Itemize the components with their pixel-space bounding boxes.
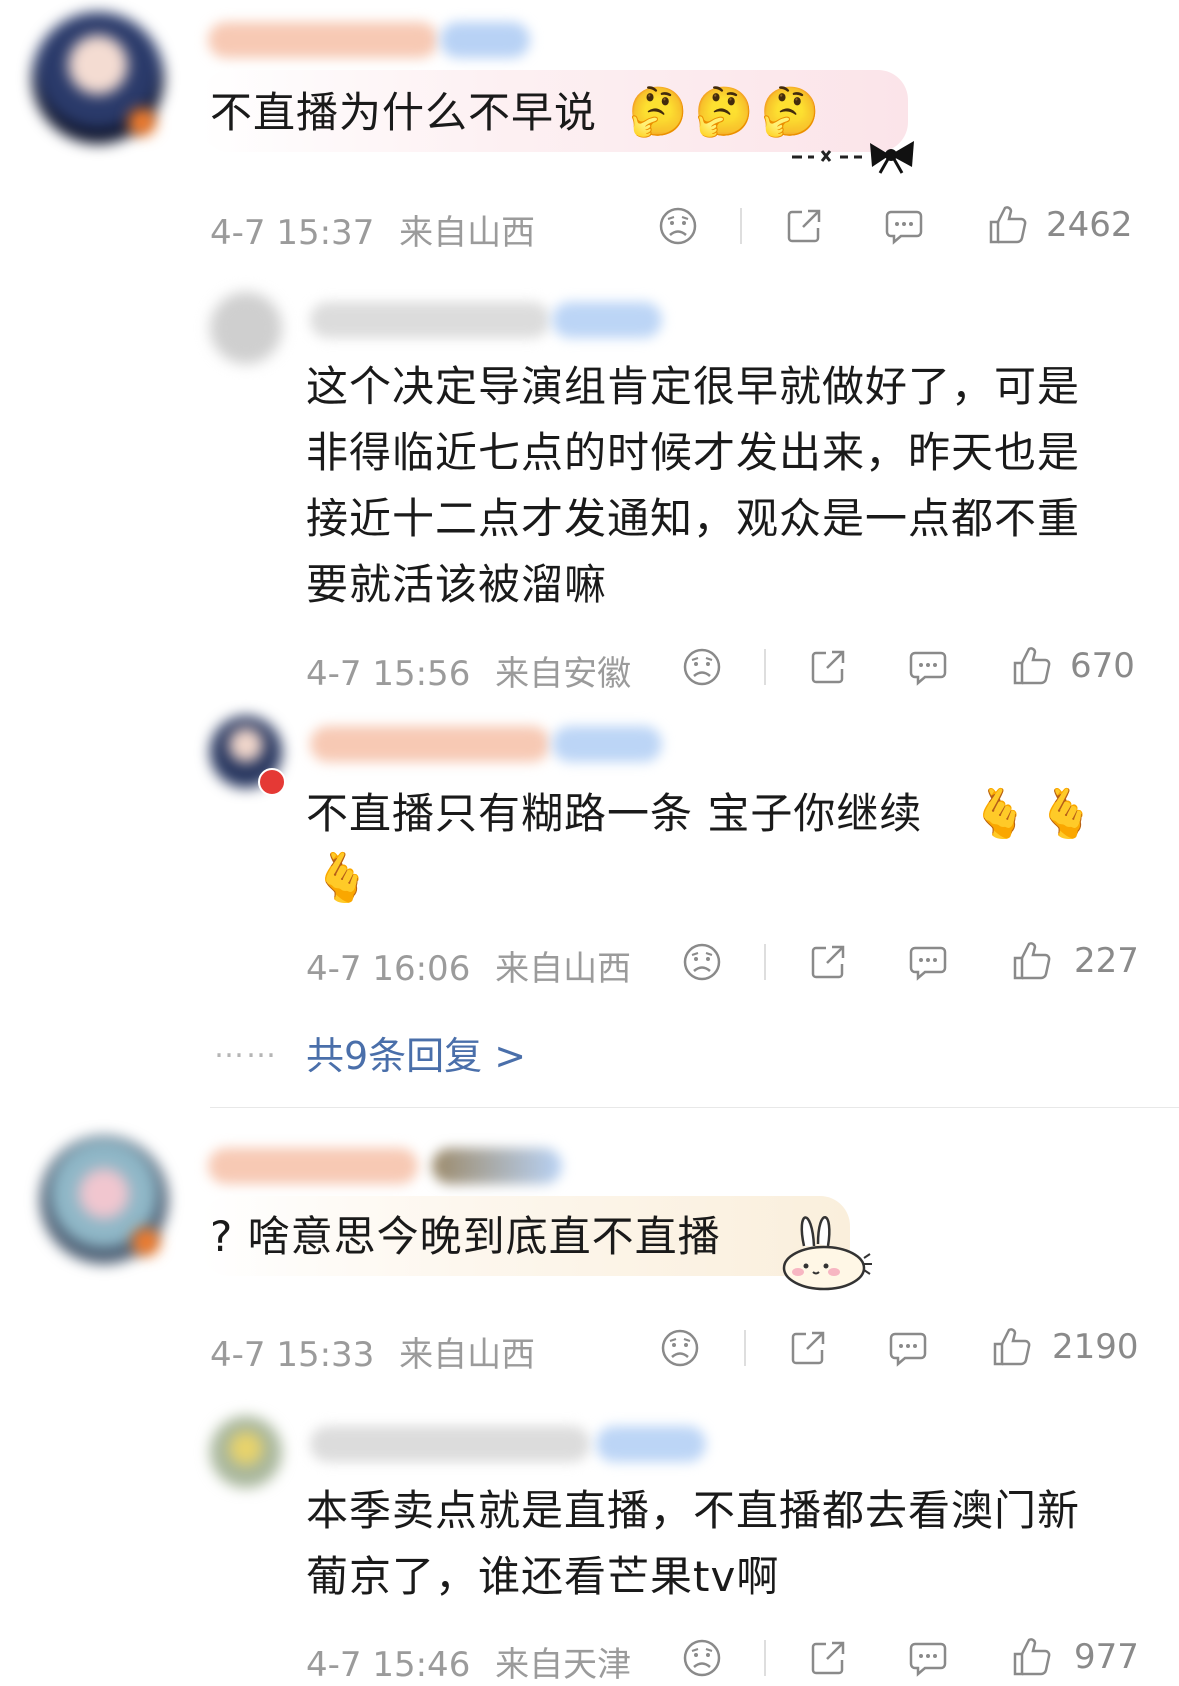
- avatar[interactable]: [210, 1416, 282, 1488]
- username-blurred[interactable]: [310, 726, 550, 762]
- comment-icon[interactable]: [906, 1636, 950, 1680]
- sad-face-icon[interactable]: [680, 1636, 724, 1680]
- timestamp: 4-7 15:37: [210, 213, 375, 253]
- divider: [740, 208, 742, 244]
- thumbs-up-icon[interactable]: [1008, 938, 1054, 984]
- location: 来自安徽: [495, 654, 632, 694]
- timestamp: 4-7 15:33: [210, 1335, 375, 1375]
- share-icon[interactable]: [806, 645, 850, 689]
- user-badge-blurred: [552, 302, 662, 338]
- share-icon[interactable]: [786, 1326, 830, 1370]
- sad-face-icon[interactable]: [658, 1326, 702, 1370]
- comment-icon[interactable]: [906, 940, 950, 984]
- reply-line: 这个决定导演组肯定很早就做好了，可是: [306, 362, 1081, 411]
- vip-badge: [258, 768, 286, 796]
- more-replies-dots: ……: [214, 1030, 278, 1065]
- divider: [764, 944, 766, 980]
- bunny-sticker: [778, 1206, 874, 1296]
- thumbs-up-icon[interactable]: [988, 1324, 1034, 1370]
- reply-line: 不直播只有糊路一条 宝子你继续: [306, 789, 923, 838]
- reply-meta: 4-7 15:56 来自安徽: [306, 646, 631, 695]
- like-count: 2190: [1052, 1327, 1139, 1367]
- bow-decoration: [790, 135, 930, 179]
- reply-meta: 4-7 15:46 来自天津: [306, 1637, 631, 1686]
- sad-face-icon[interactable]: [680, 940, 724, 984]
- timestamp: 4-7 15:56: [306, 654, 471, 694]
- user-badge-blurred: [596, 1426, 706, 1462]
- divider-line: [210, 1107, 1179, 1108]
- location: 来自山西: [399, 1335, 536, 1375]
- comment-icon[interactable]: [886, 1326, 930, 1370]
- share-icon[interactable]: [806, 1636, 850, 1680]
- like-count: 227: [1074, 941, 1139, 981]
- username-blurred[interactable]: [310, 1426, 590, 1462]
- location: 来自山西: [495, 949, 632, 989]
- location: 来自天津: [495, 1645, 632, 1685]
- reply-line: 非得临近七点的时候才发出来，昨天也是: [306, 428, 1081, 477]
- comment-text: 不直播为什么不早说: [210, 88, 598, 137]
- sad-face-icon[interactable]: [656, 204, 700, 248]
- divider: [764, 1640, 766, 1676]
- user-badge-blurred: [552, 726, 662, 762]
- finger-heart-emoji: 🫰: [1036, 786, 1096, 842]
- reply-line: 本季卖点就是直播，不直播都去看澳门新: [306, 1486, 1081, 1535]
- location: 来自山西: [399, 213, 536, 253]
- thumbs-up-icon[interactable]: [984, 202, 1030, 248]
- timestamp: 4-7 15:46: [306, 1645, 471, 1685]
- reply-line: 接近十二点才发通知，观众是一点都不重: [306, 494, 1081, 543]
- comment-text: ? 啥意思今晚到底直不直播: [210, 1212, 721, 1261]
- avatar[interactable]: [210, 292, 282, 364]
- user-badge-blurred: [432, 1148, 562, 1184]
- username-blurred[interactable]: [208, 1148, 418, 1184]
- comment-meta: 4-7 15:37 来自山西: [210, 205, 535, 254]
- divider: [744, 1330, 746, 1366]
- thinking-emoji: 🤔: [760, 84, 820, 140]
- comment-icon[interactable]: [882, 204, 926, 248]
- comment-meta: 4-7 15:33 来自山西: [210, 1327, 535, 1376]
- share-icon[interactable]: [806, 940, 850, 984]
- username-blurred[interactable]: [310, 302, 550, 338]
- like-count: 670: [1070, 646, 1135, 686]
- user-badge-blurred: [440, 22, 530, 58]
- thinking-emoji: 🤔: [628, 84, 688, 140]
- reply-meta: 4-7 16:06 来自山西: [306, 941, 631, 990]
- thinking-emoji: 🤔: [694, 84, 754, 140]
- like-count: 2462: [1046, 205, 1133, 245]
- sad-face-icon[interactable]: [680, 645, 724, 689]
- reply-line: 葡京了，谁还看芒果tv啊: [306, 1552, 780, 1601]
- finger-heart-emoji: 🫰: [970, 786, 1030, 842]
- thumbs-up-icon[interactable]: [1008, 1634, 1054, 1680]
- more-replies-link[interactable]: 共9条回复 >: [306, 1025, 526, 1080]
- vip-badge: [132, 1228, 160, 1256]
- share-icon[interactable]: [782, 204, 826, 248]
- timestamp: 4-7 16:06: [306, 949, 471, 989]
- username-blurred[interactable]: [208, 22, 438, 58]
- finger-heart-emoji: 🫰: [312, 850, 372, 906]
- divider: [764, 649, 766, 685]
- comment-icon[interactable]: [906, 645, 950, 689]
- reply-line: 要就活该被溜嘛: [306, 560, 608, 609]
- thumbs-up-icon[interactable]: [1008, 643, 1054, 689]
- like-count: 977: [1074, 1637, 1139, 1677]
- vip-badge: [128, 108, 156, 136]
